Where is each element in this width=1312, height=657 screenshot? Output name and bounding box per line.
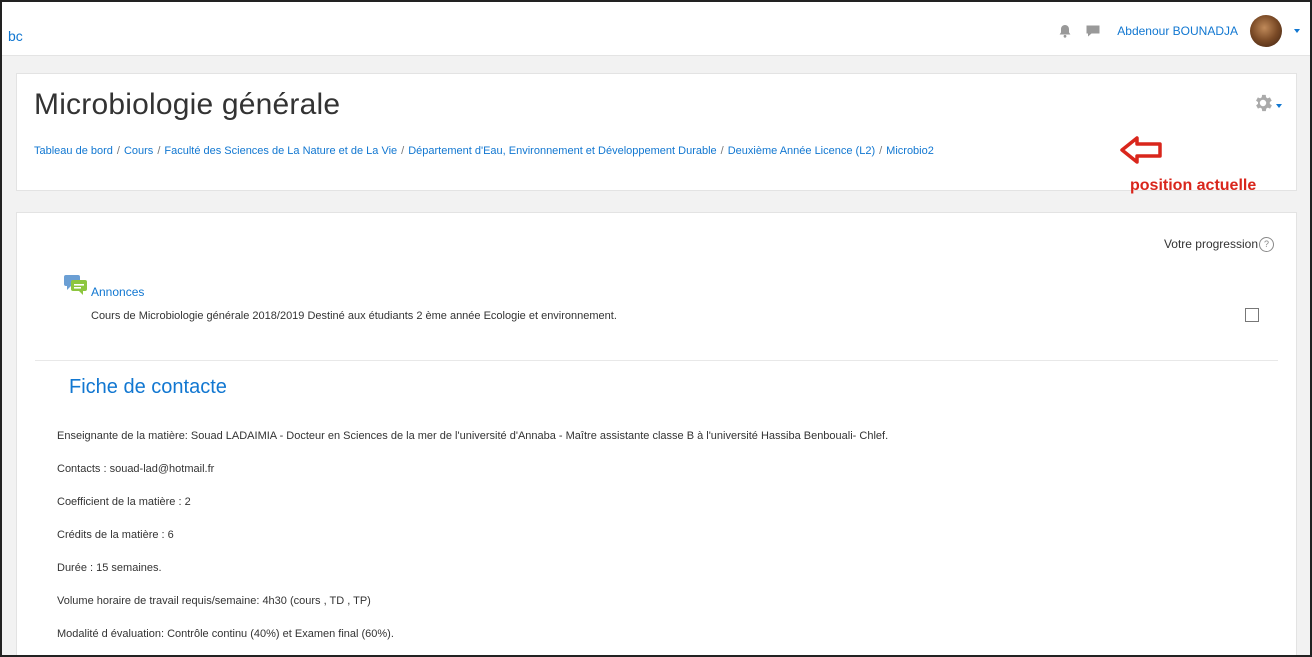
breadcrumb-separator: / (116, 145, 120, 157)
username-link[interactable]: Abdenour BOUNADJA (1117, 24, 1238, 38)
breadcrumb-item-dashboard[interactable]: Tableau de bord (34, 145, 113, 157)
gear-icon[interactable] (1252, 92, 1274, 119)
user-menu: Abdenour BOUNADJA (1057, 15, 1300, 47)
section-divider (35, 360, 1278, 361)
info-line-duration: Durée : 15 semaines. (57, 562, 162, 574)
info-line-teacher: Enseignante de la matière: Souad LADAIMI… (57, 430, 889, 442)
chevron-down-icon[interactable] (1276, 103, 1282, 108)
breadcrumb-item-courses[interactable]: Cours (124, 145, 153, 157)
page-header: Microbiologie générale Tableau de bord / C… (16, 73, 1297, 191)
help-icon[interactable]: ? (1259, 237, 1274, 252)
annonces-link[interactable]: Annonces (91, 285, 144, 299)
arrow-left-icon (1119, 135, 1163, 170)
forum-icon (63, 274, 89, 301)
top-navbar: bc Abdenour BOUNADJA (2, 2, 1310, 56)
avatar[interactable] (1250, 15, 1282, 47)
info-line-workload: Volume horaire de travail requis/semaine… (57, 595, 371, 607)
breadcrumb: Tableau de bord / Cours / Faculté des Scienc… (34, 145, 934, 157)
site-brand-link[interactable]: bc (8, 28, 23, 44)
breadcrumb-item-course[interactable]: Microbio2 (886, 145, 934, 157)
breadcrumb-separator: / (879, 145, 883, 157)
settings-menu[interactable] (1252, 92, 1282, 119)
section-title: Fiche de contacte (69, 376, 227, 398)
breadcrumb-separator: / (720, 145, 724, 157)
breadcrumb-item-department[interactable]: Département d'Eau, Environnement et Déve… (408, 145, 716, 157)
chat-icon[interactable] (1085, 23, 1101, 39)
info-line-credits: Crédits de la matière : 6 (57, 529, 174, 541)
info-line-coefficient: Coefficient de la matière : 2 (57, 496, 191, 508)
chevron-down-icon[interactable] (1294, 29, 1300, 33)
progress-label: Votre progression (1163, 237, 1258, 251)
breadcrumb-separator: / (401, 145, 405, 157)
breadcrumb-item-year[interactable]: Deuxième Année Licence (L2) (728, 145, 875, 157)
breadcrumb-item-faculty[interactable]: Faculté des Sciences de La Nature et de … (164, 145, 397, 157)
completion-checkbox[interactable] (1245, 308, 1259, 322)
annonces-description: Cours de Microbiologie générale 2018/201… (91, 310, 617, 322)
info-line-contacts: Contacts : souad-lad@hotmail.fr (57, 463, 215, 475)
browser-frame: bc Abdenour BOUNADJA Microbiologie génér… (0, 0, 1312, 657)
course-content: Votre progression ? Annonces Cours de Mi… (16, 212, 1297, 655)
position-annotation: position actuelle (1130, 177, 1257, 194)
bell-icon[interactable] (1057, 23, 1073, 39)
info-line-evaluation: Modalité d évaluation: Contrôle continu … (57, 628, 394, 640)
page-title: Microbiologie générale (34, 88, 341, 121)
breadcrumb-separator: / (157, 145, 161, 157)
